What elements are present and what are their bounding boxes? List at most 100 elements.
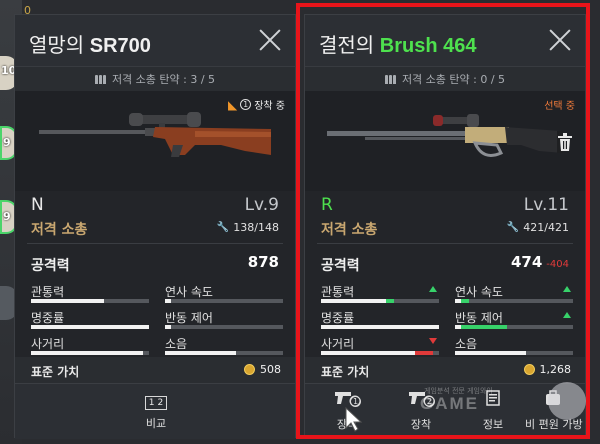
title-prefix: 결전의: [319, 35, 375, 57]
stat-accuracy: 명중률: [321, 309, 439, 331]
watermark-logo: GAME: [420, 394, 479, 413]
stat-label: 명중률: [31, 311, 65, 325]
side-thumbnail-number: 9: [3, 210, 11, 223]
card-title: 열망의 SR700: [29, 29, 151, 58]
stat-bar: [321, 325, 439, 329]
stat-bar: [455, 325, 573, 329]
stat-bar: [31, 299, 149, 303]
weapon-level: Lv.9: [244, 195, 279, 215]
attack-value-wrap: 878: [248, 253, 279, 271]
attack-difference: -404: [546, 259, 569, 270]
ammo-row: 저격 소총 탄약 : 0 / 5: [305, 67, 585, 91]
stat-bar: [165, 299, 283, 303]
durability: 🔧 138/148: [217, 221, 279, 234]
durability: 🔧 421/421: [507, 221, 569, 234]
stat-label: 소음: [455, 337, 478, 351]
attack-value: 878: [247, 253, 279, 271]
stat-bar: [321, 351, 439, 355]
stat-bar: [455, 351, 573, 355]
weapon-name: Brush 464: [379, 35, 477, 57]
stat-delta: [386, 299, 394, 303]
stat-label: 명중률: [321, 311, 355, 325]
close-icon[interactable]: [549, 29, 571, 51]
ammo-text: 저격 소총 탄약 : 3 / 5: [111, 73, 216, 86]
stat-bar: [321, 299, 439, 303]
cursor-icon: [345, 406, 363, 432]
equip-label: 장착: [410, 418, 432, 431]
stat-label: 반동 제어: [165, 311, 213, 325]
durability-value: 421/421: [523, 221, 569, 234]
divider: [317, 243, 573, 244]
stat-penetration: 관통력: [321, 283, 439, 305]
stat-noise: 소음: [455, 335, 573, 357]
stat-penetration: 관통력: [31, 283, 149, 305]
stat-fill: [165, 299, 171, 303]
weapon-level: Lv.11: [523, 195, 569, 215]
weapon-card-selected: 결전의 Brush 464 저격 소총 탄약 : 0 / 5 선택 중 R Lv…: [304, 14, 586, 439]
weapon-image-area: 선택 중: [305, 91, 585, 191]
attack-label: 공격력: [321, 258, 360, 274]
compare-icon: 1 2: [145, 396, 167, 410]
ammo-row: 저격 소총 탄약 : 3 / 5: [15, 67, 295, 91]
stat-bar: [165, 351, 283, 355]
ammo-text: 저격 소총 탄약 : 0 / 5: [401, 73, 506, 86]
standard-value: 1,268: [523, 363, 572, 376]
stat-delta: [415, 351, 433, 355]
stat-range: 사거리: [31, 335, 149, 357]
stat-recoil-control: 반동 제어: [455, 309, 573, 331]
standard-value-row: 표준 가치 1,268: [305, 357, 585, 383]
durability-value: 138/148: [233, 221, 279, 234]
stat-bar: [31, 325, 149, 329]
standard-value-amount: 1,268: [539, 363, 572, 376]
stat-up-arrow-icon: [563, 286, 571, 292]
stat-delta: [461, 299, 469, 303]
stat-label: 연사 속도: [455, 285, 503, 299]
ammo-icon: [384, 74, 396, 84]
stat-bar: [455, 299, 573, 303]
weapon-type: 저격 소총: [321, 222, 378, 238]
trash-icon[interactable]: [557, 133, 573, 151]
weapon-image-area: ◣ 1 장착 중: [15, 91, 295, 191]
stat-fill: [321, 351, 415, 355]
compare-label: 비교: [145, 417, 167, 430]
card-title: 결전의 Brush 464: [319, 29, 476, 58]
stat-bar: [165, 325, 283, 329]
weapon-name: SR700: [89, 35, 151, 57]
stat-label: 관통력: [321, 285, 355, 299]
stat-fill: [165, 351, 236, 355]
attack-value-wrap: 474 -404: [511, 253, 569, 271]
stat-down-arrow-icon: [429, 338, 437, 344]
stat-up-arrow-icon: [429, 286, 437, 292]
coin-icon: [244, 364, 255, 375]
stat-fill: [321, 325, 439, 329]
stat-label: 소음: [165, 337, 188, 351]
floating-action-button[interactable]: [548, 382, 586, 420]
stat-recoil-control: 반동 제어: [165, 309, 283, 331]
card-action-bar: 1 2 비교: [15, 383, 295, 439]
compare-button[interactable]: 1 2 비교: [136, 390, 176, 434]
weapon-card-equipped: 열망의 SR700 저격 소총 탄약 : 3 / 5 ◣ 1 장착 중 N Lv…: [14, 14, 296, 439]
stat-label: 연사 속도: [165, 285, 213, 299]
wrench-icon: 🔧: [216, 222, 230, 233]
stat-fill: [321, 299, 386, 303]
standard-value-amount: 508: [260, 363, 281, 376]
coin-icon: [523, 364, 535, 375]
stat-up-arrow-icon: [563, 312, 571, 318]
stat-label: 사거리: [321, 337, 355, 351]
side-thumbnail-number: 9: [3, 136, 11, 149]
info-label: 정보: [482, 418, 504, 431]
attack-label: 공격력: [31, 258, 70, 274]
title-prefix: 열망의: [29, 35, 85, 57]
stat-fire-rate: 연사 속도: [455, 283, 573, 305]
sniper-rifle-image: [39, 112, 271, 157]
stat-bar: [31, 351, 149, 355]
stat-accuracy: 명중률: [31, 309, 149, 331]
stat-label: 사거리: [31, 337, 65, 351]
stat-noise: 소음: [165, 335, 283, 357]
standard-value-label: 표준 가치: [321, 365, 370, 379]
card-header: 열망의 SR700: [15, 15, 295, 67]
ammo-icon: [94, 74, 106, 84]
pistol-slot-icon: 1: [329, 390, 365, 407]
close-icon[interactable]: [259, 29, 281, 51]
stat-label: 관통력: [31, 285, 65, 299]
